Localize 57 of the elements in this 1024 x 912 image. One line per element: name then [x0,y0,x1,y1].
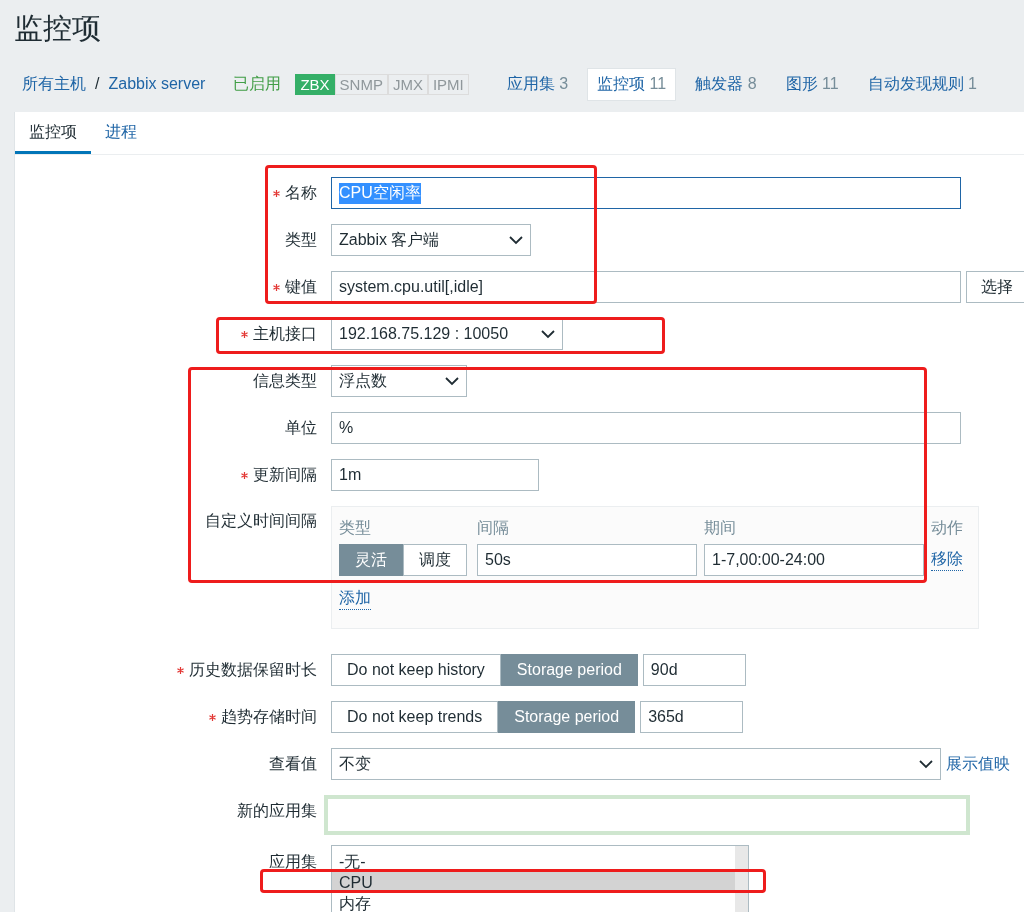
host-tab[interactable]: 触发器 8 [685,67,767,101]
value-mapping-link[interactable]: 展示值映 [946,753,1010,775]
remove-link[interactable]: 移除 [931,549,963,571]
chevron-down-icon [509,235,523,245]
breadcrumb-link[interactable]: Zabbix server [108,75,206,93]
column-header: 类型 [339,518,372,538]
storage-toggle[interactable]: Do not keep trends [331,701,499,733]
text-field[interactable] [324,795,970,835]
dropdown[interactable]: 192.168.75.129 : 10050 [331,318,563,350]
availability-badge: IPMI [427,73,469,95]
field-label: 更新间隔 [253,464,317,485]
availability-badge: ZBX [295,73,335,95]
host-tab[interactable]: 应用集 3 [496,67,579,101]
text-field[interactable]: % [331,412,961,444]
field-label: 类型 [285,229,317,250]
column-header: 间隔 [477,518,510,538]
dropdown[interactable]: Zabbix 客户端 [331,224,531,256]
field-label: 自定义时间间隔 [205,511,317,531]
text-field[interactable]: 365d [640,701,744,733]
add-link[interactable]: 添加 [339,588,371,610]
column-header: 期间 [704,518,737,538]
availability-badge: JMX [387,73,428,95]
host-tab[interactable]: 监控项 11 [587,67,677,101]
chevron-down-icon [541,329,555,339]
storage-toggle[interactable]: Do not keep history [331,654,501,686]
field-label: 主机接口 [253,323,317,344]
field-label: 查看值 [269,753,317,774]
dropdown[interactable]: 不变 [331,748,941,780]
text-field[interactable]: 1m [331,459,539,491]
text-field[interactable]: system.cpu.util[,idle] [331,271,961,303]
text-field[interactable]: 90d [642,654,746,686]
field-label: 应用集 [269,852,317,872]
field-label: 信息类型 [253,370,317,391]
field-label: 名称 [285,182,317,203]
list-option[interactable]: 内存 [332,893,735,912]
interval-field[interactable]: 50s [477,544,697,576]
field-label: 历史数据保留时长 [189,659,317,680]
host-tab[interactable]: 自动发现规则 1 [857,67,987,101]
field-label: 趋势存储时间 [221,706,317,727]
page-title: 监控项 [14,11,102,46]
host-tab[interactable]: 图形 11 [775,67,849,101]
field-label: 键值 [285,276,317,297]
form-tab[interactable]: 监控项 [15,112,91,154]
breadcrumb-link[interactable]: 所有主机 [22,73,86,95]
period-field[interactable]: 1-7,00:00-24:00 [704,544,924,576]
form-tab[interactable]: 进程 [91,112,151,154]
field-label: 单位 [285,417,317,438]
select-button[interactable]: 选择 [966,271,1024,303]
availability-badge: SNMP [334,73,388,95]
field-label: 新的应用集 [237,800,317,821]
list-option[interactable]: -无- [332,851,735,872]
breadcrumb-separator: / [95,75,100,93]
list-box[interactable]: -无- CPU 内存 [331,845,749,912]
column-header: 动作 [931,518,964,538]
mode-toggle[interactable]: 调度 [403,544,467,576]
chevron-down-icon [445,376,459,386]
chevron-down-icon [919,759,933,769]
